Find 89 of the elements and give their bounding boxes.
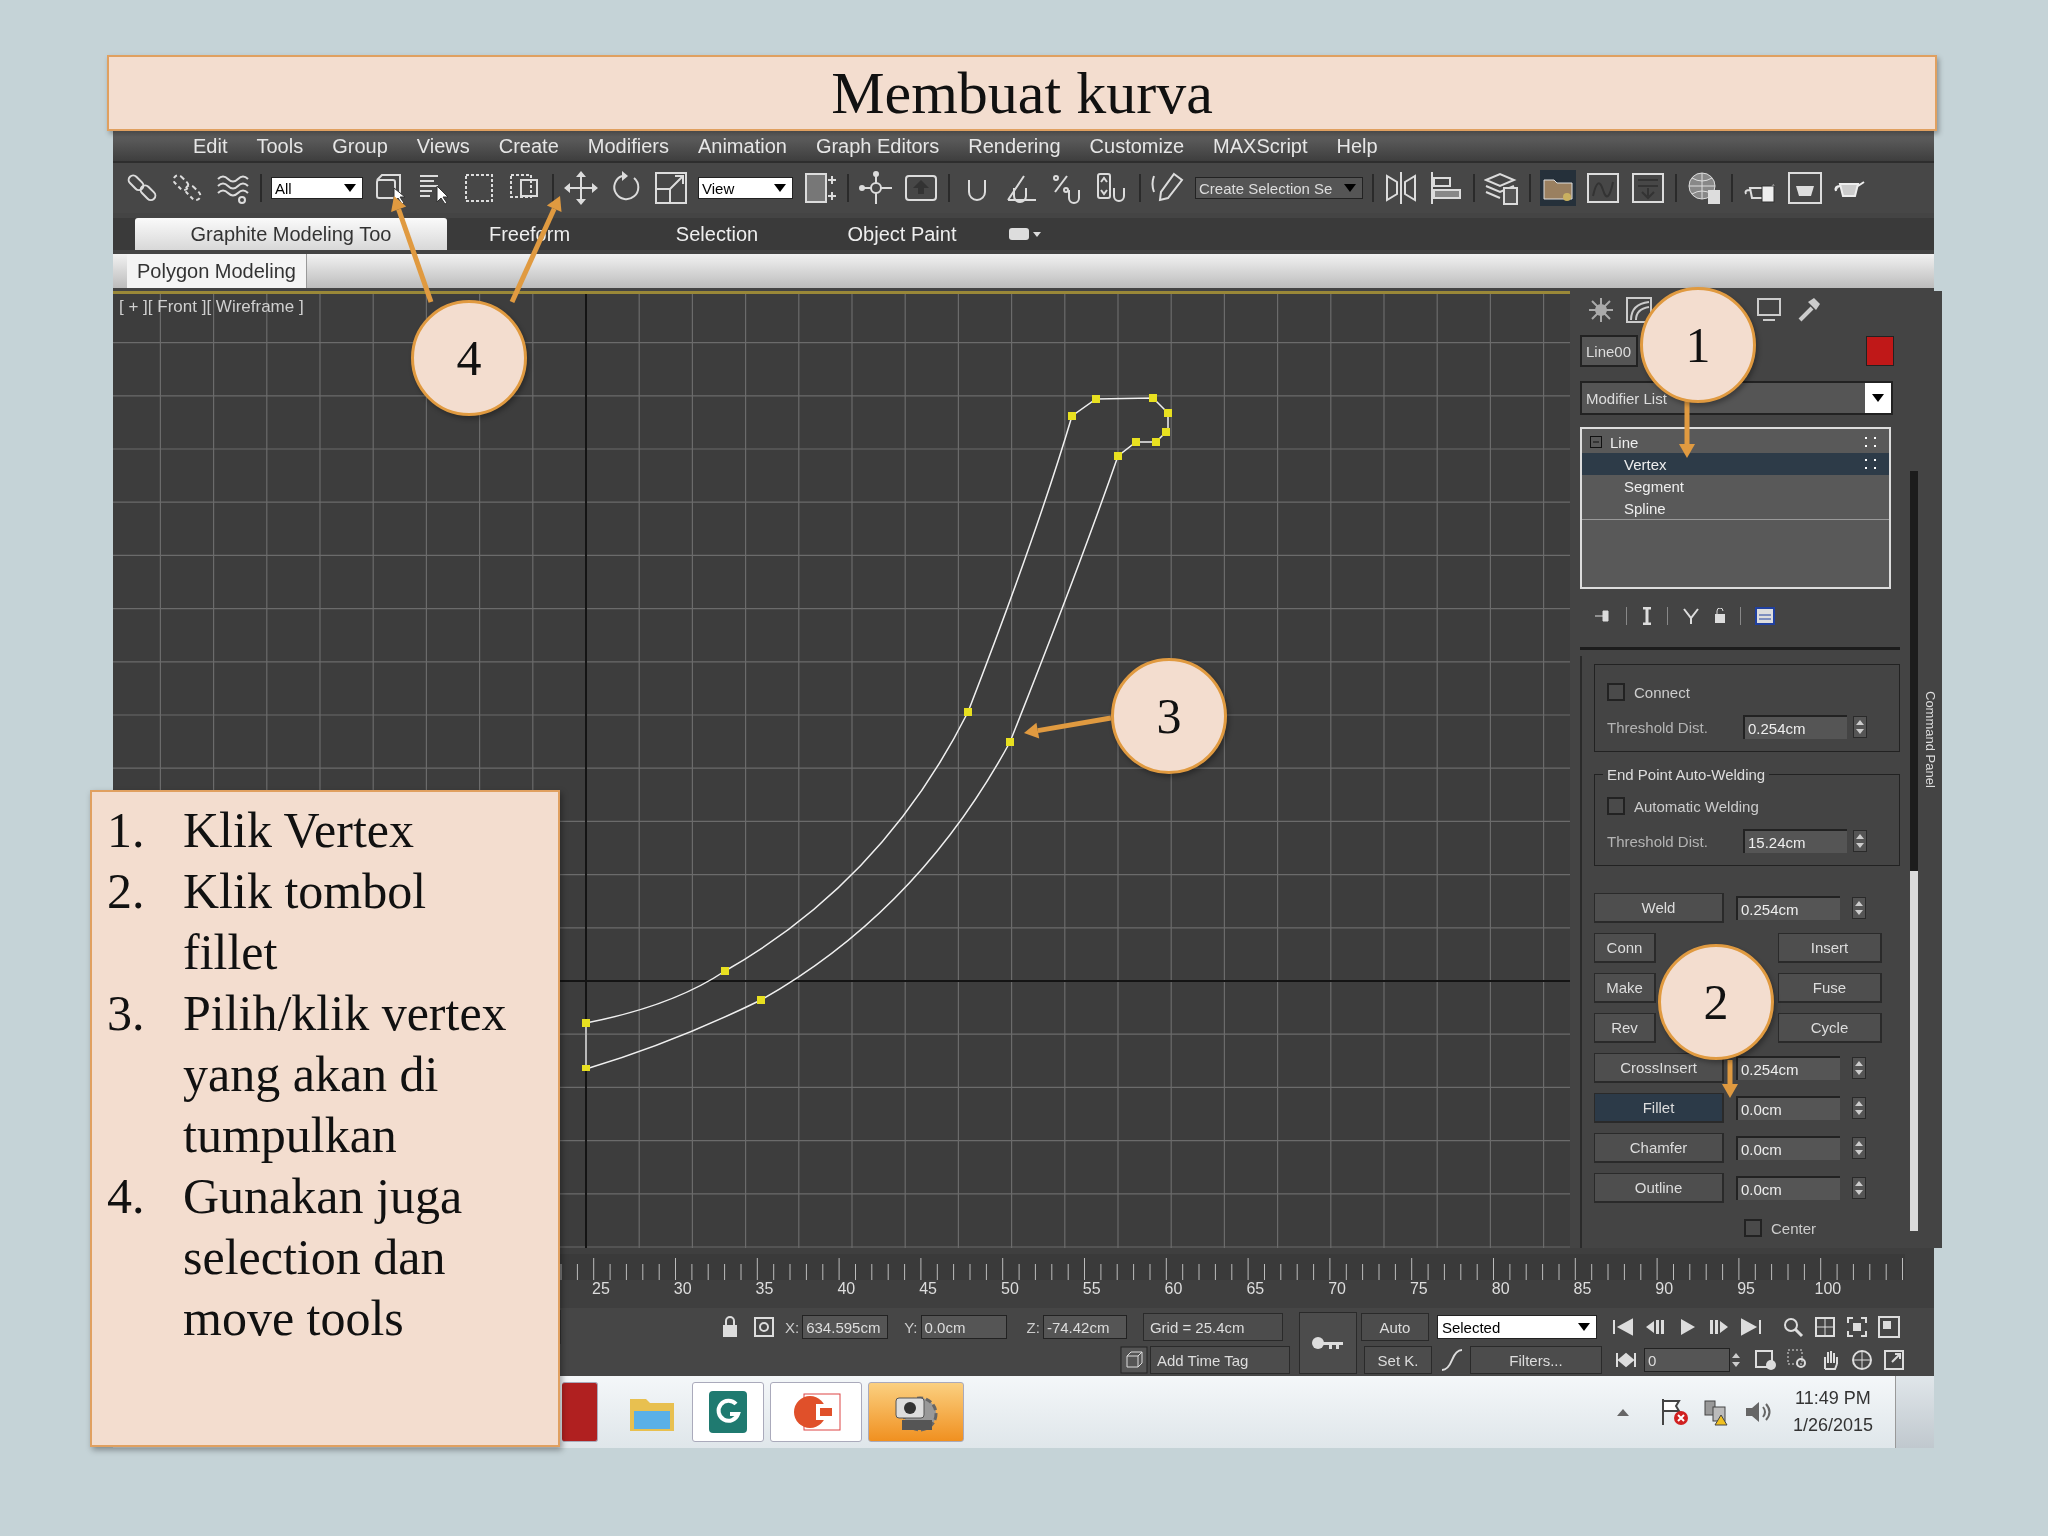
slide-title: Membuat kurva xyxy=(107,55,1937,131)
stack-item[interactable]: Line xyxy=(1582,431,1889,454)
timeline-label: 30 xyxy=(672,1280,693,1298)
command-button[interactable]: Fuse xyxy=(1778,973,1882,1003)
command-button[interactable]: Outline xyxy=(1594,1173,1724,1203)
command-button[interactable]: Rev xyxy=(1594,1013,1656,1043)
step-text: Klik tombol fillet xyxy=(183,862,428,982)
command-button[interactable]: Make xyxy=(1594,973,1656,1003)
field-label: Threshold Dist. xyxy=(1607,718,1709,736)
menu-item[interactable]: Create xyxy=(498,134,559,158)
menu-item[interactable]: MAXScript xyxy=(1213,134,1308,158)
command-button[interactable]: Chamfer xyxy=(1594,1133,1724,1163)
command-button[interactable]: Cycle xyxy=(1778,1013,1882,1043)
command-button[interactable]: Conn xyxy=(1594,933,1656,963)
checkbox-label: Center xyxy=(1771,1219,1817,1237)
ribbon-tab[interactable]: Object Paint xyxy=(822,218,982,250)
menu-item[interactable]: Tools xyxy=(256,134,304,158)
value-field[interactable]: 0.0cm xyxy=(1736,1096,1840,1120)
auto-key-button[interactable]: Auto xyxy=(1360,1313,1429,1341)
key-filters-button[interactable]: Filters... xyxy=(1470,1346,1602,1374)
coordinate-field[interactable]: 634.595cm xyxy=(802,1315,889,1339)
command-button[interactable]: CrossInsert xyxy=(1594,1053,1724,1083)
ribbon-panel-tab[interactable]: Polygon Modeling xyxy=(127,254,307,288)
menu-item[interactable]: Rendering xyxy=(968,134,1061,158)
timeline-label: 85 xyxy=(1572,1280,1593,1298)
frame-field[interactable]: 0 xyxy=(1644,1348,1730,1372)
timeline-label: 25 xyxy=(591,1280,611,1298)
stack-item[interactable]: Spline xyxy=(1582,497,1889,520)
command-button[interactable]: Insert xyxy=(1778,933,1882,963)
step-number: 4. xyxy=(107,1167,146,1226)
object-name-field[interactable]: Line00 xyxy=(1580,335,1638,368)
value-field[interactable]: 0.0cm xyxy=(1736,1136,1840,1160)
coordinate-system-dropdown[interactable]: View xyxy=(698,177,793,199)
timeline-label: 35 xyxy=(754,1280,775,1298)
timeline-label: 50 xyxy=(1000,1280,1020,1298)
checkbox-label: Automatic Welding xyxy=(1634,797,1759,815)
menu-item[interactable]: Animation xyxy=(697,134,787,158)
value-field[interactable]: 15.24cm xyxy=(1743,829,1847,853)
ribbon-tab[interactable]: Graphite Modeling Too xyxy=(135,218,447,250)
menu-item[interactable]: Group xyxy=(332,134,388,158)
ribbon-tab[interactable]: Selection xyxy=(612,218,822,250)
timeline-label: 40 xyxy=(836,1280,857,1298)
step-number: 1. xyxy=(107,801,146,860)
stack-item[interactable]: Segment xyxy=(1582,475,1889,498)
timeline-label: 70 xyxy=(1327,1280,1347,1298)
menu-item[interactable]: Edit xyxy=(193,134,228,158)
timeline-label: 95 xyxy=(1736,1280,1756,1298)
viewport-label[interactable]: [ + ][ Front ][ Wireframe ] xyxy=(119,297,304,317)
command-button[interactable]: Weld xyxy=(1594,893,1724,923)
named-selection-dropdown[interactable]: Create Selection Se xyxy=(1195,177,1363,199)
menu-item[interactable]: Help xyxy=(1336,134,1378,158)
stack-item[interactable]: Vertex xyxy=(1582,453,1889,476)
menu-item[interactable]: Customize xyxy=(1089,134,1185,158)
coordinate-field[interactable]: -74.42cm xyxy=(1042,1315,1127,1339)
timeline-label: 90 xyxy=(1654,1280,1675,1298)
command-button[interactable]: Fillet xyxy=(1594,1093,1724,1123)
timeline-label: 45 xyxy=(918,1280,938,1298)
key-filter-dropdown[interactable]: Selected xyxy=(1436,1315,1597,1339)
menu-item[interactable]: Graph Editors xyxy=(815,134,940,158)
menu-item[interactable]: Views xyxy=(416,134,470,158)
set-key-button[interactable]: Set K. xyxy=(1364,1346,1432,1374)
step-text: Klik Vertex xyxy=(183,801,415,860)
timeline-label: 65 xyxy=(1245,1280,1266,1298)
coordinate-label: Y: xyxy=(904,1318,918,1336)
menu-item[interactable]: Modifiers xyxy=(587,134,669,158)
checkbox-label: Connect xyxy=(1634,683,1690,701)
add-time-tag-field[interactable]: Add Time Tag xyxy=(1150,1346,1290,1374)
grid-size-readout: Grid = 25.4cm xyxy=(1142,1313,1283,1341)
group-title: End Point Auto-Welding xyxy=(1603,766,1770,783)
coordinate-field[interactable]: 0.0cm xyxy=(920,1315,1007,1339)
value-field[interactable]: 0.0cm xyxy=(1736,1176,1840,1200)
timeline-label: 100 xyxy=(1813,1280,1843,1298)
field-label: Threshold Dist. xyxy=(1607,832,1709,850)
value-field[interactable]: 0.254cm xyxy=(1743,715,1847,739)
timeline-label: 55 xyxy=(1081,1280,1102,1298)
timeline-label: 75 xyxy=(1408,1280,1429,1298)
timeline-label: 80 xyxy=(1490,1280,1511,1298)
panel-side-label: Command Panel xyxy=(1922,691,1938,790)
value-field[interactable]: 0.254cm xyxy=(1736,1056,1840,1080)
timeline-label: 60 xyxy=(1163,1280,1184,1298)
taskbar-clock[interactable]: 11:49 PM 1/26/2015 xyxy=(1792,1388,1873,1436)
coordinate-label: X: xyxy=(785,1318,800,1336)
step-text: Pilih/klik vertex yang akan di tumpulkan xyxy=(183,984,508,1165)
step-text: Gunakan juga selection dan move tools xyxy=(183,1167,464,1348)
coordinate-label: Z: xyxy=(1026,1318,1040,1336)
step-number: 3. xyxy=(107,984,146,1043)
step-number: 2. xyxy=(107,862,146,921)
value-field[interactable]: 0.254cm xyxy=(1736,896,1840,920)
selection-filter-dropdown[interactable]: All xyxy=(271,177,363,199)
